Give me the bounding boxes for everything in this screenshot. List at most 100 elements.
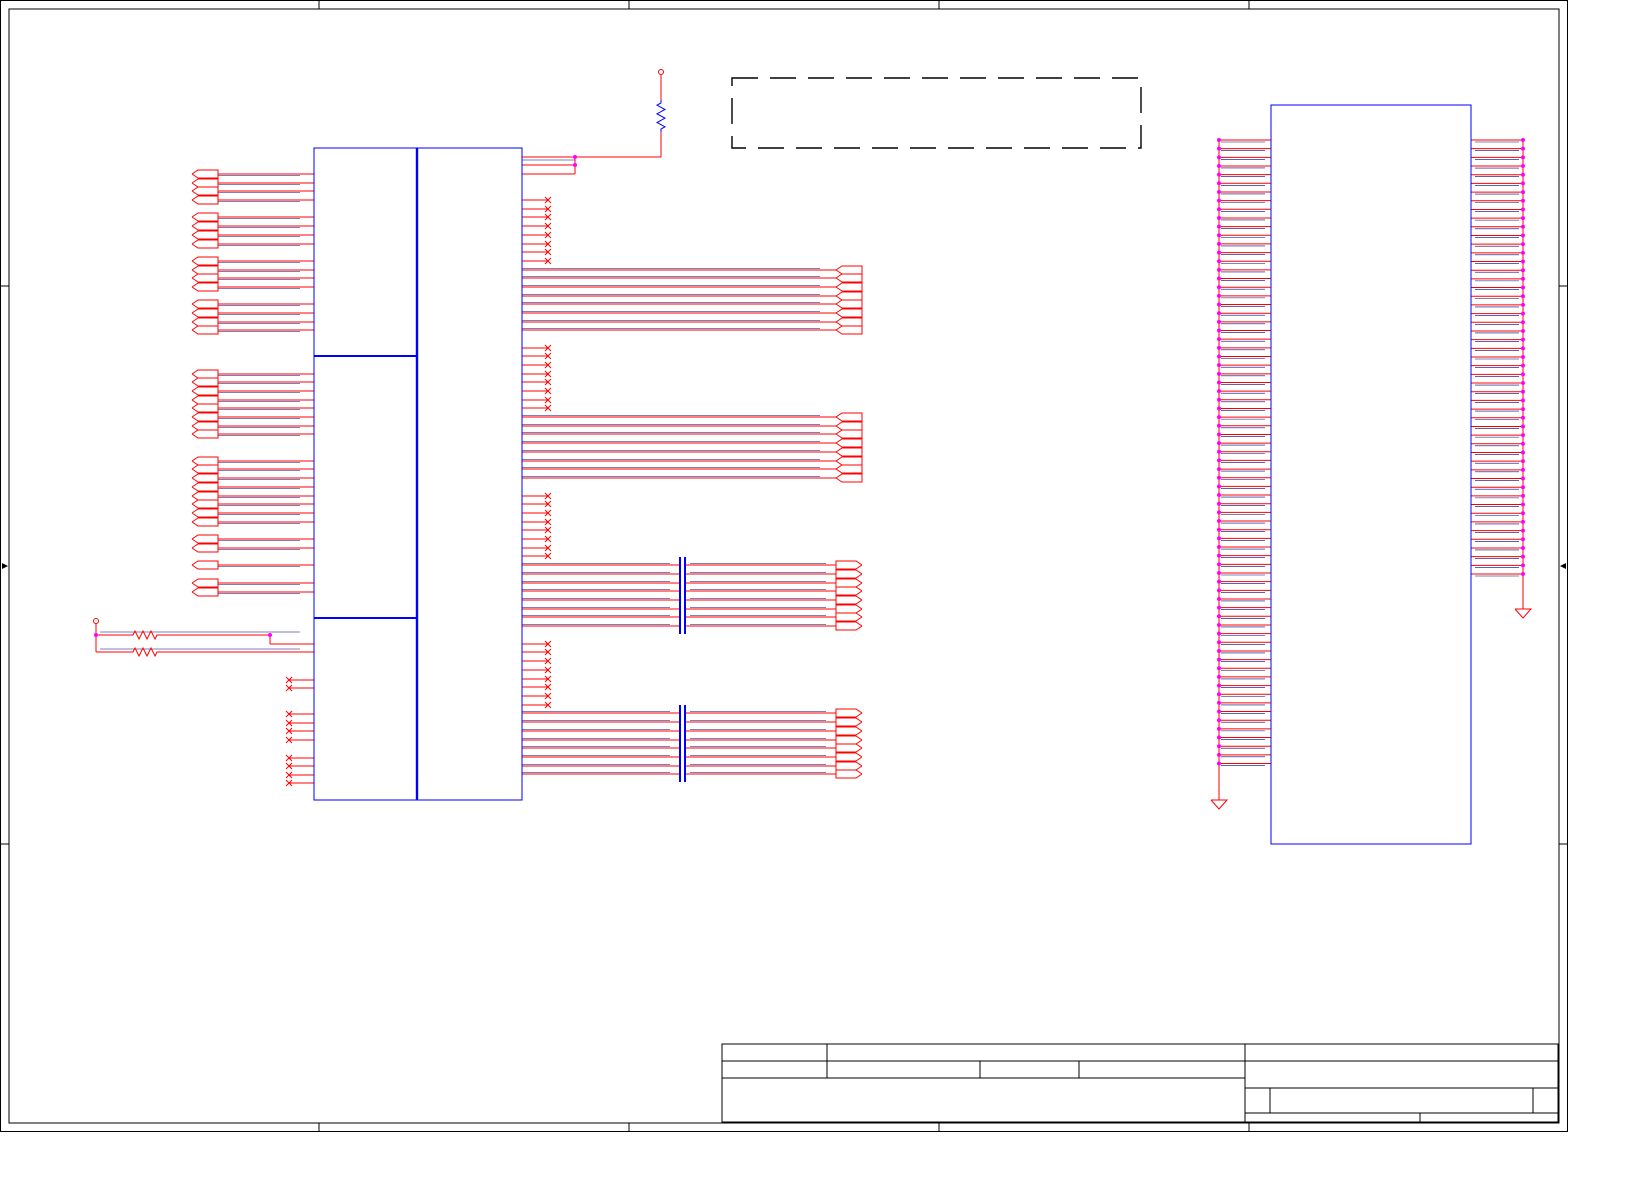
junction-dot (1521, 320, 1525, 325)
junction-dot (1521, 172, 1525, 177)
junction-dot (1521, 485, 1525, 490)
junction-dot (1217, 744, 1221, 749)
junction-dot (1521, 250, 1525, 255)
junction-dot (1521, 146, 1525, 151)
junction-dot (1217, 138, 1221, 142)
junction-dot (1521, 572, 1525, 576)
junction-dot (1521, 407, 1525, 412)
junction-dot (1217, 709, 1221, 714)
junction-dot (1217, 553, 1221, 558)
junction-dot (1521, 545, 1525, 550)
junction-dot (1217, 674, 1221, 679)
junction-dot (1521, 164, 1525, 169)
junction-dot (1217, 631, 1221, 636)
junction-dot (1521, 415, 1525, 420)
junction-dot (94, 633, 98, 637)
junction-dot (1217, 207, 1221, 212)
junction-dot (1521, 242, 1525, 247)
junction-dot (1217, 545, 1221, 550)
junction-dot (1217, 467, 1221, 472)
junction-dot (1521, 268, 1525, 273)
sheet-background (0, 0, 1568, 1132)
junction-dot (1521, 346, 1525, 351)
junction-dot (1217, 319, 1221, 324)
junction-dot (1217, 389, 1221, 394)
junction-dot (1217, 371, 1221, 376)
junction-dot (1217, 293, 1221, 298)
junction-dot (1217, 588, 1221, 593)
junction-dot (1217, 475, 1221, 480)
junction-dot (1521, 233, 1525, 238)
junction-dot (1521, 563, 1525, 568)
junction-dot (1217, 363, 1221, 368)
junction-dot (1217, 155, 1221, 160)
junction-dot (1521, 467, 1525, 472)
junction-dot (1217, 285, 1221, 290)
junction-dot (1521, 207, 1525, 212)
junction-dot (1521, 294, 1525, 299)
junction-dot (1217, 614, 1221, 619)
junction-dot (1217, 423, 1221, 428)
junction-dot (1217, 458, 1221, 463)
junction-dot (1217, 718, 1221, 723)
junction-dot (1217, 519, 1221, 524)
junction-dot (1217, 648, 1221, 653)
junction-dot (1217, 596, 1221, 601)
junction-dot (1521, 285, 1525, 290)
junction-dot (573, 163, 577, 167)
junction-dot (268, 633, 272, 637)
junction-dot (1217, 181, 1221, 186)
junction-dot (1217, 337, 1221, 342)
junction-dot (1217, 571, 1221, 575)
junction-dot (1521, 259, 1525, 264)
junction-dot (1217, 163, 1221, 168)
junction-dot (1521, 502, 1525, 507)
junction-dot (1521, 337, 1525, 342)
junction-dot (1217, 259, 1221, 264)
junction-dot (1217, 683, 1221, 688)
junction-dot (1217, 735, 1221, 740)
junction-dot (1217, 579, 1221, 584)
junction-dot (1217, 726, 1221, 731)
junction-dot (1217, 501, 1221, 506)
junction-dot (1217, 267, 1221, 272)
junction-dot (1521, 511, 1525, 516)
junction-dot (1217, 397, 1221, 402)
junction-dot (1217, 562, 1221, 567)
junction-dot (1217, 640, 1221, 645)
junction-dot (1521, 554, 1525, 559)
junction-dot (1521, 519, 1525, 524)
junction-dot (1217, 605, 1221, 610)
junction-dot (1217, 241, 1221, 246)
junction-dot (1217, 233, 1221, 238)
schematic-sheet (0, 0, 1568, 1132)
junction-dot (1521, 363, 1525, 368)
junction-dot (1521, 398, 1525, 403)
junction-dot (1521, 389, 1525, 394)
junction-dot (1521, 138, 1525, 142)
junction-dot (1521, 224, 1525, 229)
junction-dot (1521, 424, 1525, 429)
junction-dot (1217, 311, 1221, 316)
junction-dot (1217, 198, 1221, 203)
junction-dot (1217, 752, 1221, 757)
junction-dot (1521, 155, 1525, 160)
junction-dot (1521, 450, 1525, 455)
junction-dot (1521, 328, 1525, 333)
junction-dot (1217, 224, 1221, 229)
junction-dot (1217, 527, 1221, 532)
junction-dot (1217, 380, 1221, 385)
junction-dot (1521, 276, 1525, 281)
junction-dot (1521, 198, 1525, 203)
junction-dot (1217, 700, 1221, 705)
junction-dot (1217, 666, 1221, 671)
junction-dot (1521, 459, 1525, 464)
junction-dot (1217, 510, 1221, 515)
junction-dot (1217, 302, 1221, 307)
junction-dot (1521, 311, 1525, 316)
junction-dot (1521, 190, 1525, 195)
junction-dot (1217, 146, 1221, 151)
junction-dot (1217, 536, 1221, 541)
junction-dot (1521, 381, 1525, 386)
junction-dot (1217, 250, 1221, 255)
